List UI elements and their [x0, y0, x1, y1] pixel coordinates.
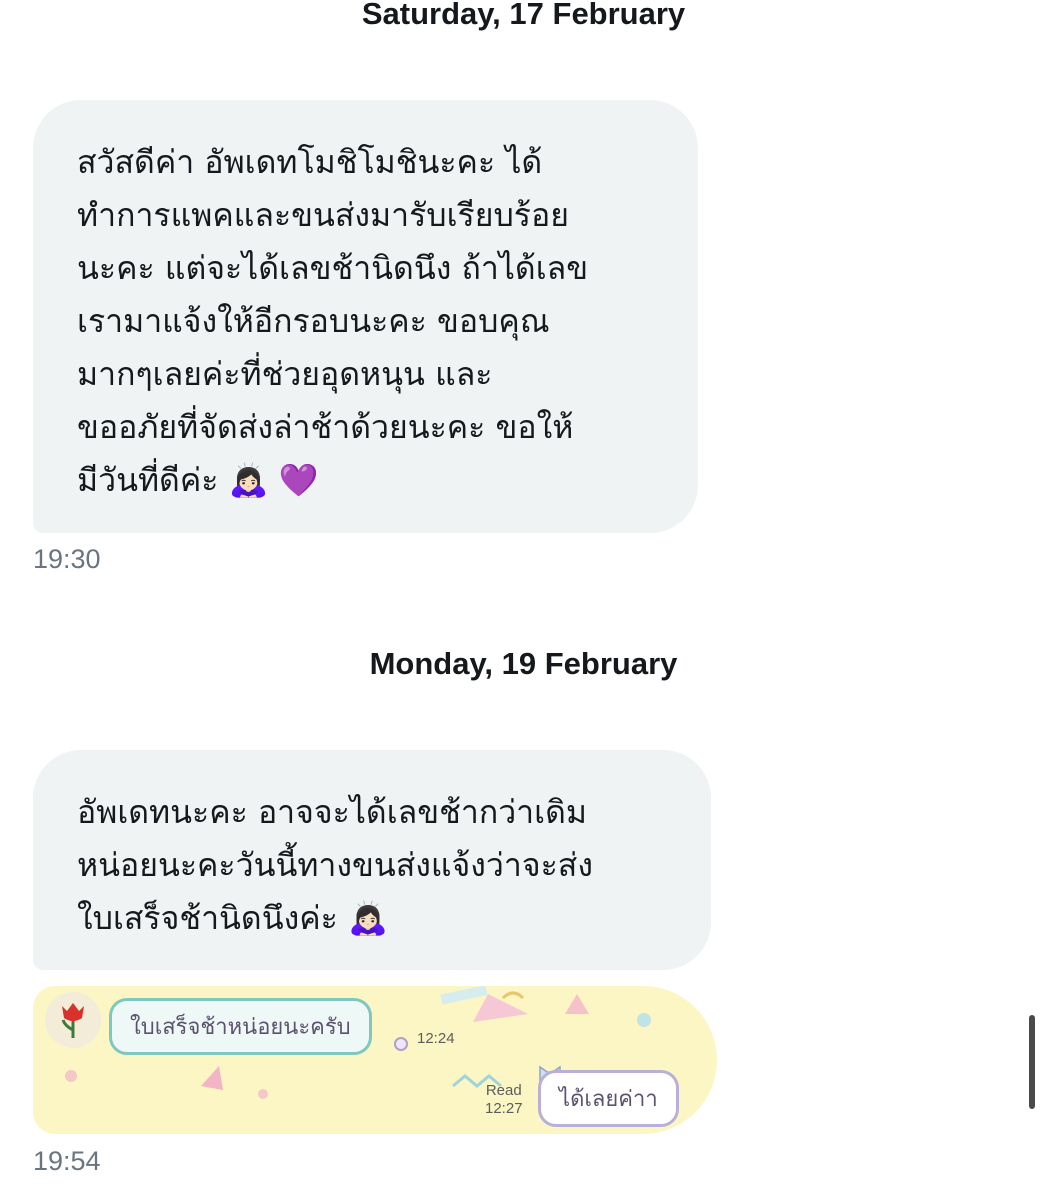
outgoing-chat-bubble: ได้เลยค่าา [538, 1070, 679, 1127]
incoming-timestamp: 12:24 [417, 1030, 455, 1047]
message-timestamp: 19:54 [33, 1146, 101, 1176]
bubble-tail-icon [394, 1037, 408, 1051]
read-receipt: Read 12:27 [485, 1082, 523, 1118]
message-text: อัพเดทนะคะ อาจจะได้เลขช้ากว่าเดิม หน่อยน… [77, 793, 593, 937]
message-timestamp: 19:30 [33, 544, 101, 574]
image-attachment[interactable]: ใบเสร็จช้าหน่อยนะครับ 12:24 Read 12:27 ไ… [33, 986, 717, 1134]
read-label: Read [485, 1082, 522, 1099]
incoming-chat-bubble: ใบเสร็จช้าหน่อยนะครับ [109, 998, 372, 1055]
bowing-person-icon: 🙇🏻‍♀️ 💜 [228, 461, 319, 499]
date-separator: Monday, 19 February [369, 646, 678, 681]
bowing-person-icon: 🙇🏻‍♀️ [347, 899, 388, 937]
date-separator: Saturday, 17 February [361, 0, 686, 31]
scrollbar[interactable] [1029, 1015, 1035, 1109]
outgoing-timestamp: 12:27 [485, 1100, 523, 1117]
message-text: สวัสดีค่า อัพเดทโมชิโมชินะคะ ได้ ทำการแพ… [77, 143, 589, 499]
message-bubble[interactable]: สวัสดีค่า อัพเดทโมชิโมชินะคะ ได้ ทำการแพ… [33, 100, 698, 533]
message-bubble[interactable]: อัพเดทนะคะ อาจจะได้เลขช้ากว่าเดิม หน่อยน… [33, 750, 711, 970]
rose-icon [45, 992, 101, 1048]
